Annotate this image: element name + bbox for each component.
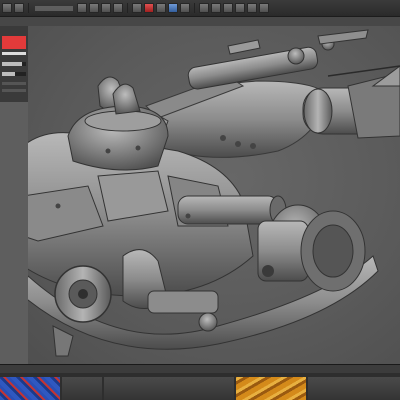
thumbnail-grey[interactable] [62, 377, 102, 400]
slider-fill [2, 62, 23, 66]
viewport-canvas [28, 29, 400, 357]
polygroup-icon[interactable] [168, 3, 178, 13]
top-toolbar [0, 0, 400, 17]
panel-row[interactable] [2, 89, 26, 92]
camera-icon[interactable] [211, 3, 221, 13]
thumbnail-blue-texture[interactable] [0, 377, 60, 400]
menu-label-placeholder [35, 5, 73, 11]
left-tool-panel [0, 26, 29, 102]
slider-fill [2, 72, 16, 76]
thumbnail-orange-texture[interactable] [236, 377, 306, 400]
toolbar-divider [194, 3, 195, 13]
render-icon[interactable] [199, 3, 209, 13]
draw-size-slider[interactable] [2, 62, 26, 66]
timeline-bar[interactable] [0, 365, 400, 373]
toolbar-divider [28, 3, 29, 13]
thumbnail-strip[interactable] [104, 377, 234, 400]
material-icon[interactable] [132, 3, 142, 13]
file-icon[interactable] [14, 3, 24, 13]
layers-icon[interactable] [235, 3, 245, 13]
move-icon[interactable] [89, 3, 99, 13]
help-icon[interactable] [259, 3, 269, 13]
toolbar-divider [127, 3, 128, 13]
secondary-color-swatch[interactable] [2, 52, 26, 55]
intensity-slider[interactable] [2, 72, 26, 76]
brush-icon[interactable] [77, 3, 87, 13]
panel-row[interactable] [2, 82, 26, 85]
menu-icon[interactable] [2, 3, 12, 13]
rotate-icon[interactable] [113, 3, 123, 13]
settings-icon[interactable] [247, 3, 257, 13]
symmetry-icon[interactable] [180, 3, 190, 13]
mask-icon[interactable] [156, 3, 166, 13]
3d-viewport[interactable] [28, 26, 400, 364]
light-icon[interactable] [223, 3, 233, 13]
thumbnail-grey-2[interactable] [308, 377, 400, 400]
color-icon[interactable] [144, 3, 154, 13]
bottom-dock [0, 364, 400, 400]
sculpting-app-window [0, 0, 400, 400]
active-color-swatch[interactable] [2, 36, 26, 49]
scale-icon[interactable] [101, 3, 111, 13]
